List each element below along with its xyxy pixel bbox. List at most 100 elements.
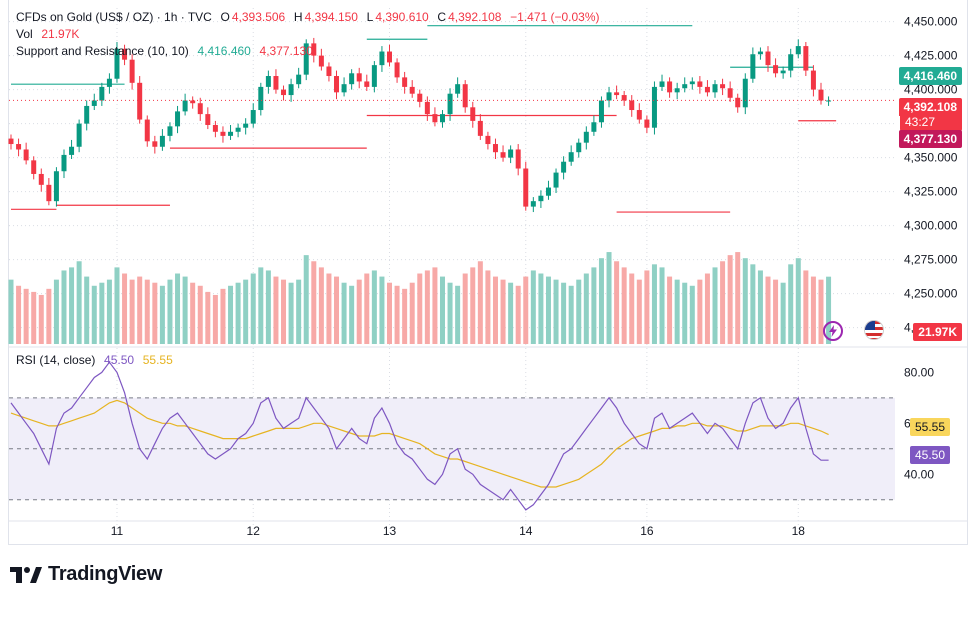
volume-bar — [311, 261, 317, 344]
volume-bar — [720, 261, 726, 344]
candle-body — [349, 73, 355, 85]
candle-body — [228, 131, 234, 136]
candle-body — [492, 144, 498, 153]
candle-body — [795, 46, 801, 55]
candle-body — [606, 92, 612, 101]
volume-bar — [364, 273, 370, 344]
volume-bar — [530, 270, 536, 344]
volume-bar — [341, 282, 347, 344]
candle-body — [273, 76, 279, 90]
symbol-title[interactable]: CFDs on Gold (US$ / OZ) · 1h · TVC — [16, 10, 212, 24]
volume-bar — [636, 279, 642, 344]
rsi-tick-label: 80.00 — [904, 365, 934, 379]
volume-bar — [197, 285, 203, 344]
candle-body — [750, 54, 756, 79]
volume-bar — [137, 276, 143, 344]
volume-bar — [394, 285, 400, 344]
low-label: L — [366, 10, 374, 24]
rsi-value: 45.50 — [104, 353, 135, 367]
volume-bar — [583, 273, 589, 344]
candle-body — [318, 55, 324, 67]
volume-bar — [296, 279, 302, 344]
tradingview-logo[interactable]: TradingView — [10, 563, 162, 586]
volume-bar — [515, 285, 521, 344]
candle-body — [500, 152, 506, 158]
candle-body — [712, 84, 718, 93]
volume-value: 21.97K — [41, 27, 80, 41]
candle-body — [614, 92, 620, 96]
volume-bar — [568, 285, 574, 344]
volume-bar — [432, 267, 438, 344]
candle-body — [508, 149, 514, 158]
candle-body — [470, 107, 476, 121]
rsi-ma-value: 55.55 — [142, 353, 173, 367]
volume-bar — [91, 285, 97, 344]
candle-body — [258, 86, 264, 111]
candle-body — [16, 144, 22, 150]
candle-body — [402, 77, 408, 87]
candle-body — [757, 51, 763, 55]
candle-body — [364, 81, 370, 87]
volume-bar — [614, 261, 620, 344]
volume-bar — [281, 279, 287, 344]
volume-bar — [810, 276, 816, 344]
volume-bar — [53, 279, 59, 344]
open-label: O — [220, 10, 230, 24]
volume-bar — [439, 276, 445, 344]
candle-body — [780, 70, 786, 74]
candle-body — [394, 62, 400, 78]
volume-bar — [417, 273, 423, 344]
candle-body — [826, 100, 832, 102]
rsi-ma-tag: 55.55 — [909, 418, 950, 436]
ohlc-legend: CFDs on Gold (US$ / OZ) · 1h · TVC O 4,39… — [16, 10, 602, 24]
volume-bar — [334, 276, 340, 344]
volume-bar — [674, 279, 680, 344]
volume-bar — [379, 276, 385, 344]
candle-body — [598, 100, 604, 123]
us-flag-icon[interactable] — [864, 320, 884, 340]
volume-bar — [288, 282, 294, 344]
candle-body — [735, 97, 741, 108]
candle-body — [356, 73, 362, 82]
volume-bar — [803, 270, 809, 344]
candle-body — [629, 100, 635, 111]
volume-bar — [182, 276, 188, 344]
high-label: H — [293, 10, 303, 24]
candle-body — [561, 161, 567, 173]
volume-bar — [682, 282, 688, 344]
chart-canvas[interactable]: 4,450.0004,425.0004,400.0004,375.0004,35… — [0, 0, 980, 545]
volume-bar — [553, 279, 559, 344]
volume-bar — [250, 273, 256, 344]
volume-bar — [303, 255, 309, 344]
candle-body — [220, 131, 226, 136]
candle-body — [326, 66, 332, 77]
candle-body — [84, 105, 90, 124]
countdown-tag: 43:27 — [900, 113, 962, 131]
lightning-icon[interactable] — [823, 321, 843, 341]
candle-body — [477, 120, 483, 136]
volume-bar — [462, 273, 468, 344]
volume-bar — [500, 279, 506, 344]
volume-bar — [742, 258, 748, 344]
candle-body — [818, 89, 824, 101]
candle-body — [341, 84, 347, 93]
rsi-label[interactable]: RSI (14, close) — [16, 353, 95, 367]
indicator-label[interactable]: Support and Resistance (10, 10) — [16, 44, 189, 58]
volume-bar — [485, 270, 491, 344]
candle-body — [773, 65, 779, 74]
close-label: C — [437, 10, 447, 24]
indicator-resistance: 4,416.460 — [197, 44, 251, 58]
high-value: 4,394.150 — [304, 10, 358, 24]
volume-bar — [561, 282, 567, 344]
volume-bar — [750, 264, 756, 344]
rsi-tick-label: 40.00 — [904, 467, 934, 481]
volume-bar — [349, 285, 355, 344]
volume-label[interactable]: Vol — [16, 27, 33, 41]
candle-body — [682, 84, 688, 89]
candle-body — [803, 46, 809, 71]
volume-bar — [61, 270, 67, 344]
volume-bar — [606, 252, 612, 344]
time-tick-label: 18 — [792, 524, 806, 538]
candle-body — [190, 100, 196, 104]
candle-body — [152, 141, 158, 147]
